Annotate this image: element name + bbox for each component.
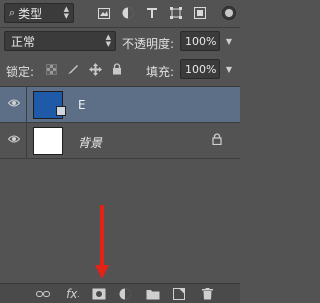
annotation-arrow-head bbox=[95, 265, 109, 279]
new-layer-icon[interactable] bbox=[168, 285, 190, 303]
layers-list: E 背景 bbox=[0, 86, 240, 286]
filter-toggle-switch[interactable] bbox=[222, 6, 236, 20]
bottom-toolbar: fx. bbox=[0, 283, 240, 303]
filter-kind-label: 类型 bbox=[18, 6, 43, 21]
fill-label: 填充: bbox=[146, 65, 175, 79]
chevron-updown-icon: ▲ ▼ bbox=[105, 33, 111, 48]
search-icon: ⌕ bbox=[9, 6, 16, 19]
lock-icon bbox=[212, 133, 222, 148]
fx-icon[interactable]: fx. bbox=[62, 285, 84, 303]
lock-image-pixels-icon[interactable] bbox=[62, 61, 84, 77]
smart-object-filter-icon[interactable] bbox=[188, 4, 212, 22]
blend-mode-label: 正常 bbox=[11, 34, 36, 49]
adjustment-filter-icon[interactable] bbox=[116, 4, 140, 22]
layer-thumbnail bbox=[33, 127, 63, 155]
opacity-label: 不透明度: bbox=[122, 37, 175, 51]
layer-row[interactable]: 背景 bbox=[0, 123, 240, 159]
filter-kind-select[interactable]: ⌕ 类型 ▲ ▼ bbox=[4, 3, 74, 23]
layer-thumbnail bbox=[33, 91, 66, 119]
lock-position-icon[interactable] bbox=[84, 61, 106, 77]
divider bbox=[26, 123, 27, 159]
lock-row: 锁定: 填充: 100% ▼ bbox=[0, 56, 240, 82]
link-layers-icon[interactable] bbox=[32, 285, 54, 303]
annotation-arrow-shaft bbox=[100, 205, 104, 267]
blend-row: 正常 ▲ ▼ 不透明度: 100% ▼ bbox=[0, 28, 240, 54]
group-folder-icon[interactable] bbox=[142, 285, 164, 303]
image-filter-icon[interactable] bbox=[92, 4, 116, 22]
layer-name[interactable]: 背景 bbox=[78, 134, 102, 151]
filter-icons bbox=[92, 4, 212, 22]
chevron-down-icon[interactable]: ▼ bbox=[222, 59, 236, 79]
layer-mask-badge-icon bbox=[56, 106, 66, 116]
chevron-updown-icon: ▲ ▼ bbox=[63, 5, 69, 20]
divider bbox=[26, 87, 27, 123]
visibility-eye-icon[interactable] bbox=[7, 98, 21, 110]
layer-row[interactable]: E bbox=[0, 87, 240, 123]
fill-field[interactable]: 100% bbox=[180, 59, 220, 79]
visibility-eye-icon[interactable] bbox=[7, 134, 21, 146]
adjustment-layer-icon[interactable] bbox=[114, 285, 136, 303]
opacity-field[interactable]: 100% bbox=[180, 31, 220, 51]
chevron-down-icon[interactable]: ▼ bbox=[222, 31, 236, 51]
layer-name[interactable]: E bbox=[78, 98, 86, 112]
filter-row: ⌕ 类型 ▲ ▼ bbox=[0, 0, 240, 26]
lock-label: 锁定: bbox=[6, 65, 35, 79]
blend-mode-select[interactable]: 正常 ▲ ▼ bbox=[4, 31, 116, 51]
shape-filter-icon[interactable] bbox=[164, 4, 188, 22]
add-mask-icon[interactable] bbox=[88, 285, 110, 303]
lock-all-icon[interactable] bbox=[106, 61, 128, 77]
opacity-value: 100% bbox=[185, 34, 217, 48]
fill-value: 100% bbox=[185, 62, 217, 76]
lock-transparent-pixels-icon[interactable] bbox=[40, 61, 62, 77]
trash-icon[interactable] bbox=[196, 285, 218, 303]
type-filter-icon[interactable] bbox=[140, 4, 164, 22]
lock-icons bbox=[40, 61, 128, 77]
fx-label: fx bbox=[66, 287, 78, 301]
